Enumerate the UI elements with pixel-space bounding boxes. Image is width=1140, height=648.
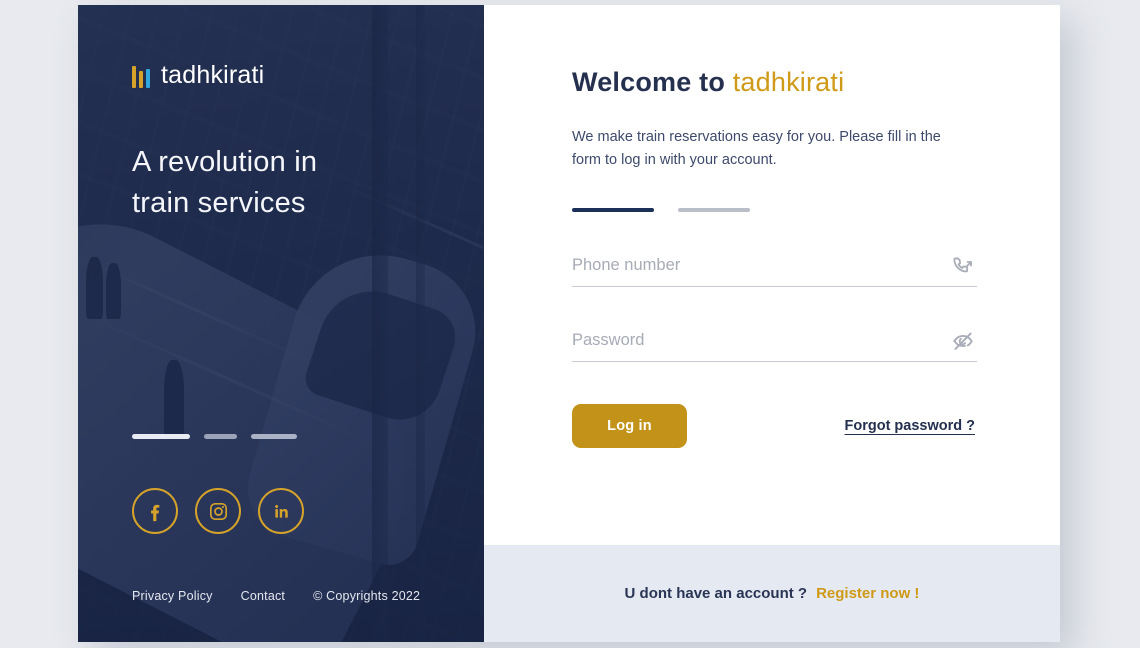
carousel-dot-3[interactable] (251, 434, 297, 439)
carousel-dot-2[interactable] (204, 434, 237, 439)
login-card: tadhkirati A revolution in train service… (78, 5, 1060, 642)
register-now-link[interactable]: Register now ! (816, 585, 919, 602)
forgot-password-link[interactable]: Forgot password ? (845, 418, 976, 434)
phone-field[interactable] (572, 255, 977, 287)
step-indicator-2-idle[interactable] (678, 207, 750, 212)
facebook-icon[interactable] (132, 488, 178, 534)
page-title: Welcome to tadhkirati (572, 67, 1060, 98)
register-bar: U dont have an account ? Register now ! (484, 545, 1060, 642)
step-indicator (572, 207, 1060, 212)
three-bars-logo-icon (132, 64, 150, 88)
social-links (132, 488, 304, 534)
eye-off-icon[interactable] (951, 329, 975, 353)
carousel-dot-1[interactable] (132, 434, 190, 439)
welcome-title-prefix: Welcome to (572, 67, 733, 97)
instagram-icon[interactable] (195, 488, 241, 534)
password-field[interactable] (572, 329, 977, 362)
form-actions: Log in Forgot password ? (572, 403, 977, 448)
privacy-policy-link[interactable]: Privacy Policy (132, 589, 213, 603)
promo-content: tadhkirati A revolution in train service… (78, 5, 484, 642)
register-prompt: U dont have an account ? (624, 585, 808, 602)
login-button[interactable]: Log in (572, 403, 687, 448)
password-input[interactable] (572, 330, 977, 350)
copyright-text: © Copyrights 2022 (313, 589, 421, 603)
promo-footer: Privacy Policy Contact © Copyrights 2022 (132, 589, 420, 603)
contact-link[interactable]: Contact (241, 589, 285, 603)
linkedin-icon[interactable] (258, 488, 304, 534)
brand-name: tadhkirati (161, 61, 265, 89)
carousel-dots[interactable] (132, 434, 297, 439)
promo-headline: A revolution in train services (132, 146, 318, 220)
login-form-panel: Welcome to tadhkirati We make train rese… (484, 5, 1060, 642)
phone-forwarded-icon (952, 255, 975, 278)
brand-logo[interactable]: tadhkirati (132, 61, 484, 90)
welcome-title-brand: tadhkirati (732, 67, 845, 97)
form-body: Welcome to tadhkirati We make train rese… (484, 5, 1060, 545)
promo-panel: tadhkirati A revolution in train service… (78, 5, 484, 642)
welcome-subtitle: We make train reservations easy for you.… (572, 129, 941, 168)
phone-input[interactable] (572, 255, 977, 275)
step-indicator-1-active[interactable] (572, 207, 654, 212)
